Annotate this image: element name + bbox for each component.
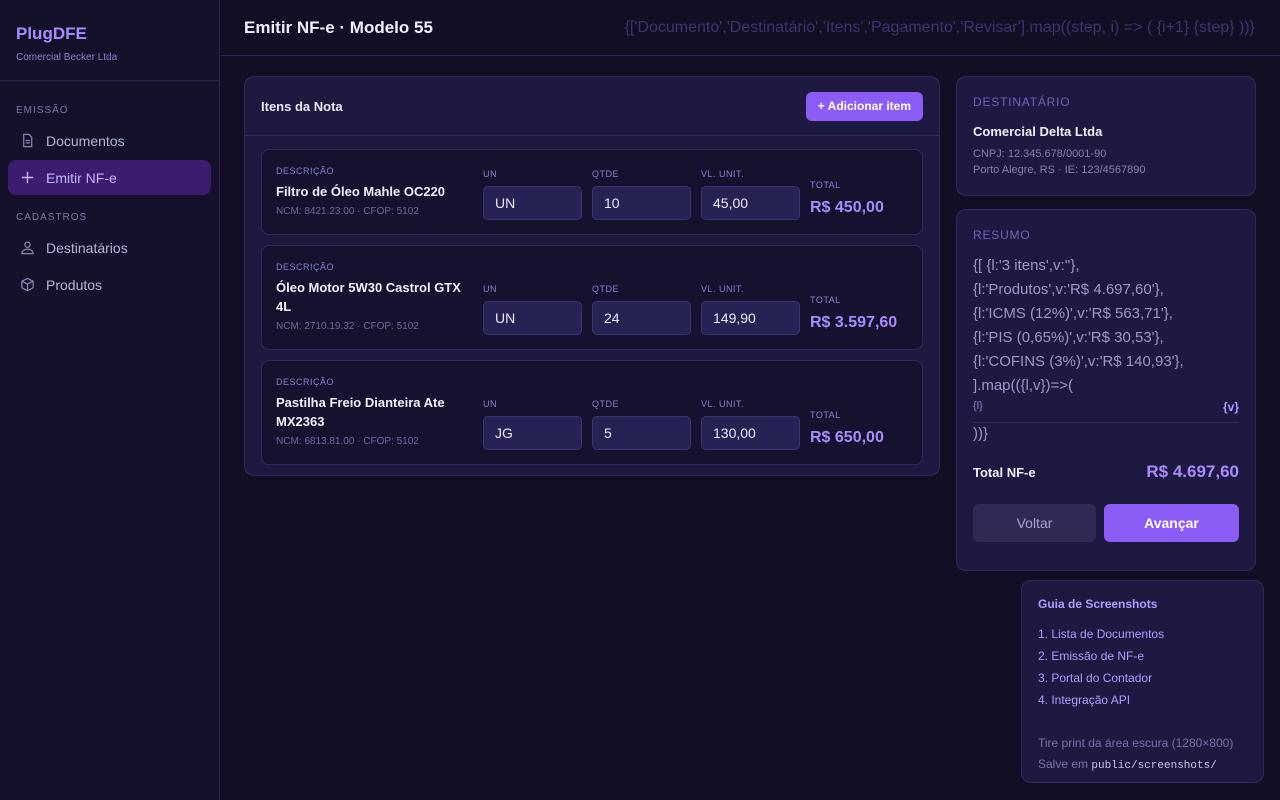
sidebar-item-destinatarios[interactable]: Destinatários	[8, 230, 211, 265]
items-header: Itens da Nota + Adicionar item	[245, 77, 939, 136]
guide-save: Salve em public/screenshots/	[1038, 754, 1247, 777]
destinatario-cnpj: CNPJ: 12.345.678/0001-90	[973, 148, 1107, 160]
destinatario-location: Porto Alegre, RS · IE: 123/4567890	[973, 164, 1146, 176]
stepper: {['Documento','Destinatário','Itens','Pa…	[624, 19, 1255, 36]
qtde-input[interactable]	[592, 186, 691, 220]
destinatario-label: DESTINATÁRIO	[973, 95, 1071, 109]
destinatario-meta: CNPJ: 12.345.678/0001-90 Porto Alegre, R…	[973, 146, 1239, 178]
destinatario-name: Comercial Delta Ltda	[973, 124, 1103, 139]
sidebar-item-label: Emitir NF-e	[46, 169, 117, 186]
company-name: Comercial Becker Ltda	[16, 52, 118, 63]
resumo-row-value: {v}	[1222, 400, 1239, 414]
next-button[interactable]: Avançar	[1104, 504, 1239, 542]
label-descricao: DESCRIÇÃO	[276, 166, 335, 176]
label-vl-unit: VL. UNIT.	[701, 399, 745, 409]
sidebar-item-produtos[interactable]: Produtos	[8, 267, 211, 302]
sidebar-item-documentos[interactable]: Documentos	[8, 123, 211, 158]
box-icon	[21, 277, 34, 292]
qtde-input[interactable]	[592, 416, 691, 450]
sidebar-item-label: Destinatários	[46, 239, 128, 256]
guide-item[interactable]: 2. Emissão de NF-e	[1038, 645, 1247, 667]
label-descricao: DESCRIÇÃO	[276, 262, 335, 272]
label-qtde: QTDE	[592, 284, 620, 294]
vl-unit-input[interactable]	[701, 416, 800, 450]
guide-list: 1. Lista de Documentos 2. Emissão de NF-…	[1038, 623, 1247, 711]
guide-save-prefix: Salve em	[1038, 757, 1089, 771]
resumo-line: {[ {l:'3 itens',v:''},	[973, 257, 1080, 274]
sidebar-item-label: Documentos	[46, 132, 125, 149]
un-input[interactable]	[483, 186, 582, 220]
resumo-line: {l:'ICMS (12%)',v:'R$ 563,71'},	[973, 305, 1173, 322]
resumo-close: ))}	[973, 425, 988, 442]
label-un: UN	[483, 284, 497, 294]
back-button[interactable]: Voltar	[973, 504, 1096, 542]
guide-note: Tire print da área escura (1280×800) Sal…	[1038, 733, 1247, 777]
item-row: DESCRIÇÃO Óleo Motor 5W30 Castrol GTX 4L…	[261, 245, 923, 350]
label-qtde: QTDE	[592, 169, 620, 179]
guide-item[interactable]: 4. Integração API	[1038, 689, 1247, 711]
document-icon	[23, 133, 33, 148]
item-name: Filtro de Óleo Mahle OC220	[276, 184, 446, 199]
resumo-raw: {[ {l:'3 itens',v:''}, {l:'Produtos',v:'…	[973, 254, 1239, 398]
resumo-row-label: {l}	[973, 400, 983, 412]
label-vl-unit: VL. UNIT.	[701, 169, 745, 179]
vl-unit-input[interactable]	[701, 186, 800, 220]
item-total: R$ 450,00	[810, 199, 884, 216]
action-buttons: Voltar Avançar	[973, 504, 1239, 542]
item-total: R$ 650,00	[810, 429, 884, 446]
total-label: Total NF-e	[973, 464, 1036, 480]
resumo-line: {l:'PIS (0,65%)',v:'R$ 30,53'},	[973, 329, 1164, 346]
item-total: R$ 3.597,60	[810, 314, 898, 331]
label-descricao: DESCRIÇÃO	[276, 377, 335, 387]
un-input[interactable]	[483, 416, 582, 450]
resumo-row: {l} {v}	[973, 400, 1239, 423]
plus-icon	[21, 171, 34, 184]
guide-note-text: Tire print da área escura (1280×800)	[1038, 736, 1234, 750]
nav-section-cadastros: CADASTROS	[16, 212, 88, 223]
item-row: DESCRIÇÃO Filtro de Óleo Mahle OC220 NCM…	[261, 149, 923, 235]
label-qtde: QTDE	[592, 399, 620, 409]
label-total: TOTAL	[810, 180, 841, 190]
vl-unit-input[interactable]	[701, 301, 800, 335]
sidebar-item-emitir-nfe[interactable]: Emitir NF-e	[8, 160, 211, 195]
total-value: R$ 4.697,60	[1146, 462, 1239, 481]
sidebar: PlugDFE Comercial Becker Ltda EMISSÃO Do…	[0, 0, 220, 800]
resumo-line: {l:'COFINS (3%)',v:'R$ 140,93'},	[973, 353, 1184, 370]
items-panel: Itens da Nota + Adicionar item DESCRIÇÃO…	[244, 76, 940, 476]
item-meta: NCM: 8421.23.00 · CFOP: 5102	[276, 206, 419, 217]
guide-item[interactable]: 1. Lista de Documentos	[1038, 623, 1247, 645]
screenshot-guide: Guia de Screenshots 1. Lista de Document…	[1021, 580, 1264, 783]
item-row: DESCRIÇÃO Pastilha Freio Dianteira Ate M…	[261, 360, 923, 465]
total-row: Total NF-e R$ 4.697,60	[973, 462, 1239, 482]
item-name: Pastilha Freio Dianteira Ate MX2363	[276, 395, 445, 429]
page-title: Emitir NF-e · Modelo 55	[244, 17, 433, 37]
sidebar-item-label: Produtos	[46, 276, 103, 293]
guide-item[interactable]: 3. Portal do Contador	[1038, 667, 1247, 689]
brand: PlugDFE Comercial Becker Ltda	[0, 0, 219, 81]
guide-save-path: public/screenshots/	[1091, 760, 1217, 772]
label-un: UN	[483, 399, 497, 409]
header: Emitir NF-e · Modelo 55 {['Documento','D…	[221, 0, 1280, 56]
item-meta: NCM: 6813.81.00 · CFOP: 5102	[276, 436, 419, 447]
qtde-input[interactable]	[592, 301, 691, 335]
label-vl-unit: VL. UNIT.	[701, 284, 745, 294]
items-title: Itens da Nota	[261, 98, 343, 114]
un-input[interactable]	[483, 301, 582, 335]
resumo-line: {l:'Produtos',v:'R$ 4.697,60'},	[973, 281, 1164, 298]
item-name: Óleo Motor 5W30 Castrol GTX 4L	[276, 280, 461, 314]
resumo-label: RESUMO	[973, 228, 1031, 242]
item-meta: NCM: 2710.19.32 · CFOP: 5102	[276, 321, 419, 332]
add-item-button[interactable]: + Adicionar item	[805, 91, 923, 121]
resumo-line: ].map(({l,v})=>(	[973, 377, 1074, 394]
user-icon	[21, 241, 34, 255]
resumo-card: RESUMO {[ {l:'3 itens',v:''}, {l:'Produt…	[956, 209, 1256, 571]
nav-section-emissao: EMISSÃO	[16, 105, 69, 116]
guide-title: Guia de Screenshots	[1038, 597, 1158, 611]
label-total: TOTAL	[810, 410, 841, 420]
destinatario-card: DESTINATÁRIO Comercial Delta Ltda CNPJ: …	[956, 76, 1256, 196]
label-total: TOTAL	[810, 295, 841, 305]
label-un: UN	[483, 169, 497, 179]
app-name: PlugDFE	[16, 24, 87, 43]
